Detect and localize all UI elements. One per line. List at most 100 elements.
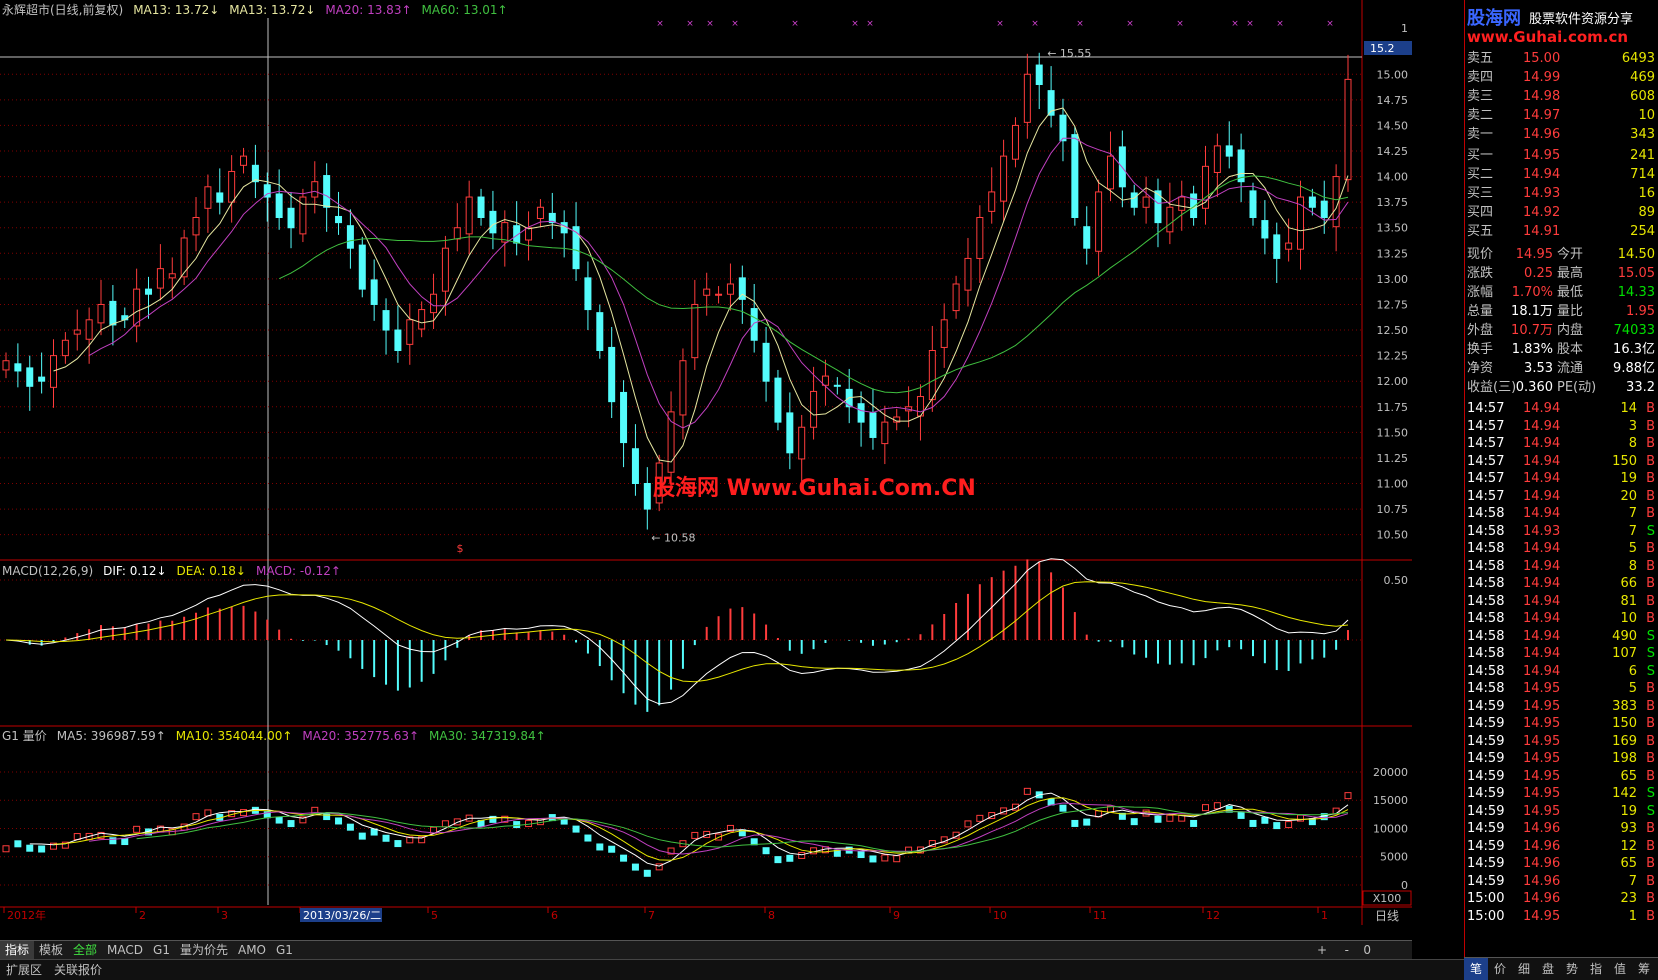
- ext-tab-expand[interactable]: 扩展区: [0, 960, 48, 980]
- price-tick-label: 14.75: [1377, 94, 1409, 107]
- tick-row[interactable]: 14:59 14.95 142 S: [1465, 785, 1658, 803]
- volume-bar: [513, 821, 521, 829]
- tick-row[interactable]: 14:58 14.94 107 S: [1465, 645, 1658, 663]
- quote-tab[interactable]: 势: [1560, 958, 1584, 980]
- quote-row[interactable]: 收益(三) 0.360 PE(动) 33.2: [1465, 379, 1658, 397]
- quote-tab[interactable]: 细: [1512, 958, 1536, 980]
- candle-body: [335, 215, 343, 224]
- tick-row[interactable]: 14:57 14.94 8 B: [1465, 435, 1658, 453]
- bid-row[interactable]: 买二 14.94 714: [1465, 166, 1658, 184]
- quote-row[interactable]: 现价 14.95 今开 14.50: [1465, 246, 1658, 264]
- quote-field-label: 净资: [1467, 361, 1494, 376]
- candle-body: [691, 303, 699, 359]
- chart-area[interactable]: 15.00 14.75 14.50 14.25 14.00 13.75 13.50 13.25…: [0, 0, 1412, 925]
- tick-row[interactable]: 14:59 14.96 65 B: [1465, 855, 1658, 873]
- quote-tab[interactable]: 指: [1584, 958, 1608, 980]
- bid-row[interactable]: 买三 14.93 16: [1465, 185, 1658, 203]
- quote-row[interactable]: 总量 18.1万 量比 1.95: [1465, 303, 1658, 321]
- tick-volume: 169: [1612, 733, 1637, 749]
- tick-row[interactable]: 14:58 14.94 490 S: [1465, 628, 1658, 646]
- quote-tab[interactable]: 值: [1608, 958, 1632, 980]
- ask-row[interactable]: 卖五 15.00 6493: [1465, 50, 1658, 68]
- tick-row[interactable]: 14:59 14.96 12 B: [1465, 838, 1658, 856]
- tick-row[interactable]: 14:57 14.94 19 B: [1465, 470, 1658, 488]
- zoom-out-button[interactable]: -: [1340, 941, 1354, 959]
- tick-row[interactable]: 14:59 14.95 150 B: [1465, 715, 1658, 733]
- tick-row[interactable]: 14:58 14.94 10 B: [1465, 610, 1658, 628]
- tick-row[interactable]: 14:59 14.95 19 S: [1465, 803, 1658, 821]
- tick-price: 14.94: [1523, 663, 1561, 679]
- volume-bar: [287, 820, 295, 828]
- bid-row[interactable]: 买四 14.92 89: [1465, 204, 1658, 222]
- tick-row[interactable]: 14:58 14.94 81 B: [1465, 593, 1658, 611]
- tick-row[interactable]: 14:59 14.96 7 B: [1465, 873, 1658, 891]
- quote-row[interactable]: 涨幅 1.70% 最低 14.33: [1465, 284, 1658, 302]
- ask-row[interactable]: 卖三 14.98 608: [1465, 88, 1658, 106]
- zoom-in-button[interactable]: +: [1312, 941, 1332, 959]
- tick-row[interactable]: 14:59 14.95 198 B: [1465, 750, 1658, 768]
- tab-all[interactable]: 全部: [68, 941, 102, 959]
- candle-body: [1344, 78, 1352, 181]
- quote-field-value: 15.05: [1617, 266, 1655, 281]
- bid-row[interactable]: 买五 14.91 254: [1465, 223, 1658, 241]
- tick-row[interactable]: 14:58 14.94 7 B: [1465, 505, 1658, 523]
- logo-slogan: 股票软件资源分享: [1529, 12, 1634, 27]
- quote-tab[interactable]: 价: [1488, 958, 1512, 980]
- volume-bar: [1190, 819, 1198, 827]
- quote-tab[interactable]: 筹: [1632, 958, 1656, 980]
- tick-volume: 8: [1628, 558, 1637, 574]
- tick-row[interactable]: 15:00 14.95 1 B: [1465, 908, 1658, 926]
- tick-row[interactable]: 14:59 14.96 93 B: [1465, 820, 1658, 838]
- tick-row[interactable]: 14:58 14.94 8 B: [1465, 558, 1658, 576]
- candle-body: [703, 288, 711, 296]
- tab-volume-first[interactable]: 量为价先: [175, 941, 233, 959]
- quote-field-value: 0.360: [1515, 380, 1553, 395]
- tab-macd[interactable]: MACD: [102, 941, 148, 959]
- ask-row[interactable]: 卖四 14.99 469: [1465, 69, 1658, 87]
- tab-indicator[interactable]: 指标: [0, 941, 35, 959]
- tick-time: 14:58: [1467, 611, 1505, 626]
- tick-price: 14.94: [1523, 541, 1561, 556]
- tick-row[interactable]: 15:00 14.96 23 B: [1465, 890, 1658, 908]
- tick-side: B: [1646, 751, 1655, 766]
- tick-row[interactable]: 14:58 14.93 7 S: [1465, 523, 1658, 541]
- bid-price: 14.94: [1523, 167, 1561, 182]
- bid-row[interactable]: 买一 14.95 241: [1465, 147, 1658, 165]
- quote-row[interactable]: 换手 1.83% 股本 16.3亿: [1465, 341, 1658, 359]
- tick-row[interactable]: 14:59 14.95 169 B: [1465, 733, 1658, 751]
- tick-row[interactable]: 14:58 14.94 66 B: [1465, 575, 1658, 593]
- quote-row[interactable]: 外盘 10.7万 内盘 74033: [1465, 322, 1658, 340]
- tick-row[interactable]: 14:59 14.95 383 B: [1465, 698, 1658, 716]
- volume-bar: [1083, 818, 1091, 826]
- quote-tab[interactable]: 笔: [1464, 958, 1488, 980]
- tick-price: 14.96: [1523, 891, 1561, 906]
- tick-side: S: [1646, 523, 1655, 539]
- price-tick-label: 12.00: [1377, 375, 1409, 388]
- tick-row[interactable]: 14:58 14.94 6 S: [1465, 663, 1658, 681]
- quote-field-value: 33.2: [1626, 380, 1655, 395]
- tab-template[interactable]: 模板: [34, 941, 68, 959]
- tick-row[interactable]: 14:58 14.94 5 B: [1465, 540, 1658, 558]
- tick-row[interactable]: 14:57 14.94 14 B: [1465, 400, 1658, 418]
- quote-row[interactable]: 涨跌 0.25 最高 15.05: [1465, 265, 1658, 283]
- tick-price: 14.94: [1523, 628, 1561, 644]
- tab-g1[interactable]: G1: [148, 941, 175, 959]
- tick-row[interactable]: 14:59 14.95 65 B: [1465, 768, 1658, 786]
- ext-tab-related[interactable]: 关联报价: [48, 960, 108, 980]
- ask-row[interactable]: 卖一 14.96 343: [1465, 126, 1658, 144]
- tab-g1-2[interactable]: G1: [271, 941, 298, 959]
- price-tick-label: 1: [1401, 22, 1408, 35]
- ask-volume: 469: [1630, 70, 1655, 85]
- chart-svg[interactable]: 15.00 14.75 14.50 14.25 14.00 13.75 13.50 13.25…: [0, 0, 1412, 925]
- quote-row[interactable]: 净资 3.53 流通 9.88亿: [1465, 360, 1658, 378]
- tick-row[interactable]: 14:57 14.94 3 B: [1465, 418, 1658, 436]
- tick-row[interactable]: 14:57 14.94 150 B: [1465, 453, 1658, 471]
- tick-row[interactable]: 14:58 14.95 5 B: [1465, 680, 1658, 698]
- reset-button[interactable]: 0: [1358, 941, 1376, 959]
- quote-tab[interactable]: 盘: [1536, 958, 1560, 980]
- tick-price: 14.94: [1523, 576, 1561, 591]
- signal-cross: ×: [996, 19, 1004, 29]
- ask-row[interactable]: 卖二 14.97 10: [1465, 107, 1658, 125]
- tick-row[interactable]: 14:57 14.94 20 B: [1465, 488, 1658, 506]
- tab-amo[interactable]: AMO: [233, 941, 271, 959]
